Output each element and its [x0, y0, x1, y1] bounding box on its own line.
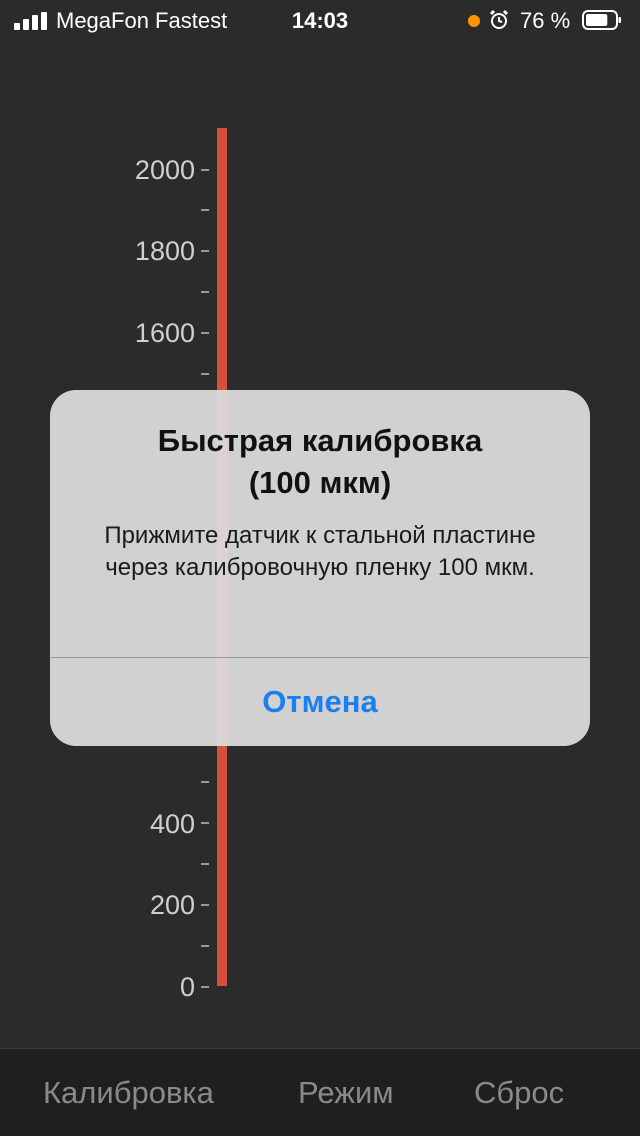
scale-tick — [201, 822, 209, 824]
alert-title: Быстрая калибровка (100 мкм) — [80, 420, 560, 504]
scale-label-1800: 1800 — [134, 236, 195, 266]
scale-tick — [201, 781, 209, 783]
app-screen: MegaFon Fastest 14:03 76 % 2000 1800 160… — [0, 0, 640, 1136]
recording-dot-icon — [468, 15, 480, 27]
scale-tick — [201, 332, 209, 334]
scale-tick — [201, 209, 209, 211]
scale-tick — [201, 291, 209, 293]
scale-tick — [201, 169, 209, 171]
scale-label-200: 200 — [149, 890, 195, 920]
bottom-toolbar: Калибровка Режим Сброс — [0, 1048, 640, 1136]
scale-label-400: 400 — [149, 809, 195, 839]
scale-tick — [201, 250, 209, 252]
mode-button[interactable]: Режим — [298, 1075, 394, 1111]
scale-tick — [201, 945, 209, 947]
calibration-button[interactable]: Калибровка — [43, 1075, 214, 1111]
battery-percentage: 76 % — [520, 8, 571, 33]
cancel-button[interactable]: Отмена — [50, 658, 590, 746]
alert-message: Прижмите датчик к стальной пластине чере… — [104, 522, 536, 581]
scale-tick — [201, 373, 209, 375]
calibration-alert: Быстрая калибровка (100 мкм) Прижмите да… — [50, 390, 590, 746]
scale-label-1600: 1600 — [134, 318, 195, 348]
alert-title-line2: (100 мкм) — [248, 465, 392, 500]
scale-label-2000: 2000 — [134, 155, 195, 185]
scale-label-0: 0 — [179, 972, 195, 1002]
scale-tick — [201, 986, 209, 988]
alarm-clock-icon — [489, 9, 509, 29]
alert-title-line1: Быстрая калибровка — [157, 423, 483, 458]
scale-tick — [201, 904, 209, 906]
reset-button[interactable]: Сброс — [474, 1075, 564, 1111]
scale-tick — [201, 863, 209, 865]
status-bar: MegaFon Fastest 14:03 76 % — [0, 0, 640, 40]
battery-icon — [582, 10, 621, 30]
